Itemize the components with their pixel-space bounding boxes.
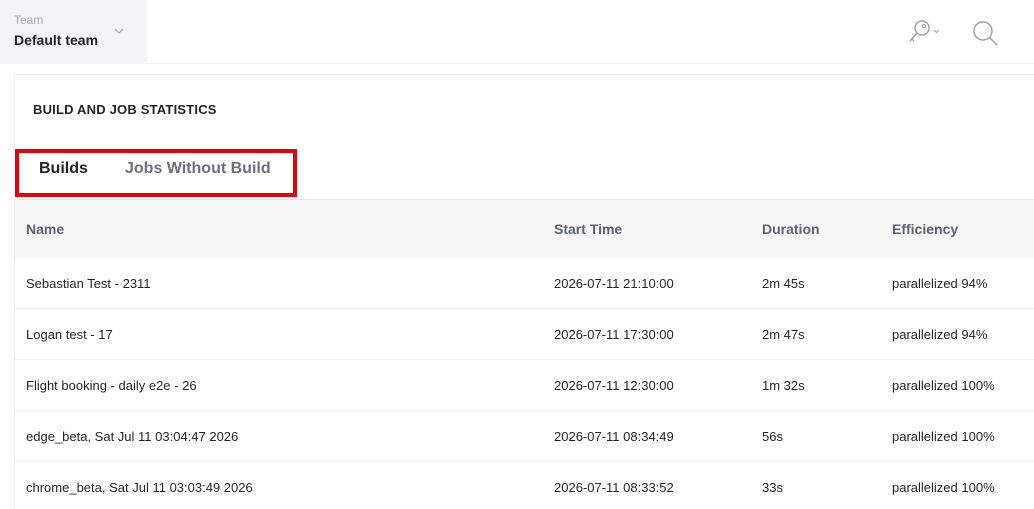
table-header: Name Start Time Duration Efficiency (15, 199, 1034, 258)
table-row[interactable]: edge_beta, Sat Jul 11 03:04:47 2026 2026… (15, 411, 1034, 462)
card-title: BUILD AND JOB STATISTICS (33, 102, 217, 117)
build-name: Flight booking - daily e2e - 26 (26, 378, 197, 393)
build-name: chrome_beta, Sat Jul 11 03:03:49 2026 (26, 480, 253, 495)
builds-table: Name Start Time Duration Efficiency Seba… (15, 199, 1034, 509)
table-row[interactable]: chrome_beta, Sat Jul 11 03:03:49 2026 20… (15, 462, 1034, 509)
column-header-efficiency[interactable]: Efficiency (892, 200, 958, 259)
build-start-time: 2026-07-11 17:30:00 (554, 327, 674, 342)
build-start-time: 2026-07-11 08:34:49 (554, 429, 674, 444)
team-label: Team (14, 13, 44, 27)
build-efficiency: parallelized 94% (892, 276, 988, 291)
tab-jobs-without-build[interactable]: Jobs Without Build (125, 154, 271, 190)
top-bar: Team Default team (0, 0, 1034, 64)
column-header-name[interactable]: Name (26, 200, 64, 259)
column-header-start-time[interactable]: Start Time (554, 200, 622, 259)
team-name: Default team (14, 32, 99, 48)
build-duration: 2m 45s (762, 276, 805, 291)
column-header-duration[interactable]: Duration (762, 200, 820, 259)
table-row[interactable]: Flight booking - daily e2e - 26 2026-07-… (15, 360, 1034, 411)
statistics-card: BUILD AND JOB STATISTICS Builds Jobs Wit… (14, 74, 1034, 509)
search-icon (973, 21, 998, 46)
build-efficiency: parallelized 100% (892, 429, 995, 444)
build-duration: 33s (762, 480, 783, 495)
build-name: Logan test - 17 (26, 327, 113, 342)
build-efficiency: parallelized 94% (892, 327, 988, 342)
key-menu-button[interactable] (906, 18, 942, 48)
build-efficiency: parallelized 100% (892, 480, 995, 495)
team-selector[interactable]: Team Default team (0, 0, 147, 64)
build-duration: 1m 32s (762, 378, 805, 393)
search-button[interactable] (970, 18, 1000, 48)
build-duration: 2m 47s (762, 327, 805, 342)
table-row[interactable]: Sebastian Test - 2311 2026-07-11 21:10:0… (15, 258, 1034, 309)
build-name: Sebastian Test - 2311 (26, 276, 151, 291)
build-start-time: 2026-07-11 21:10:00 (554, 276, 674, 291)
tab-builds[interactable]: Builds (39, 154, 88, 190)
chevron-down-icon (114, 28, 124, 34)
build-name: edge_beta, Sat Jul 11 03:04:47 2026 (26, 429, 239, 444)
key-icon (909, 20, 940, 42)
table-row[interactable]: Logan test - 17 2026-07-11 17:30:00 2m 4… (15, 309, 1034, 360)
build-start-time: 2026-07-11 12:30:00 (554, 378, 674, 393)
build-efficiency: parallelized 100% (892, 378, 995, 393)
build-start-time: 2026-07-11 08:33:52 (554, 480, 674, 495)
build-duration: 56s (762, 429, 783, 444)
